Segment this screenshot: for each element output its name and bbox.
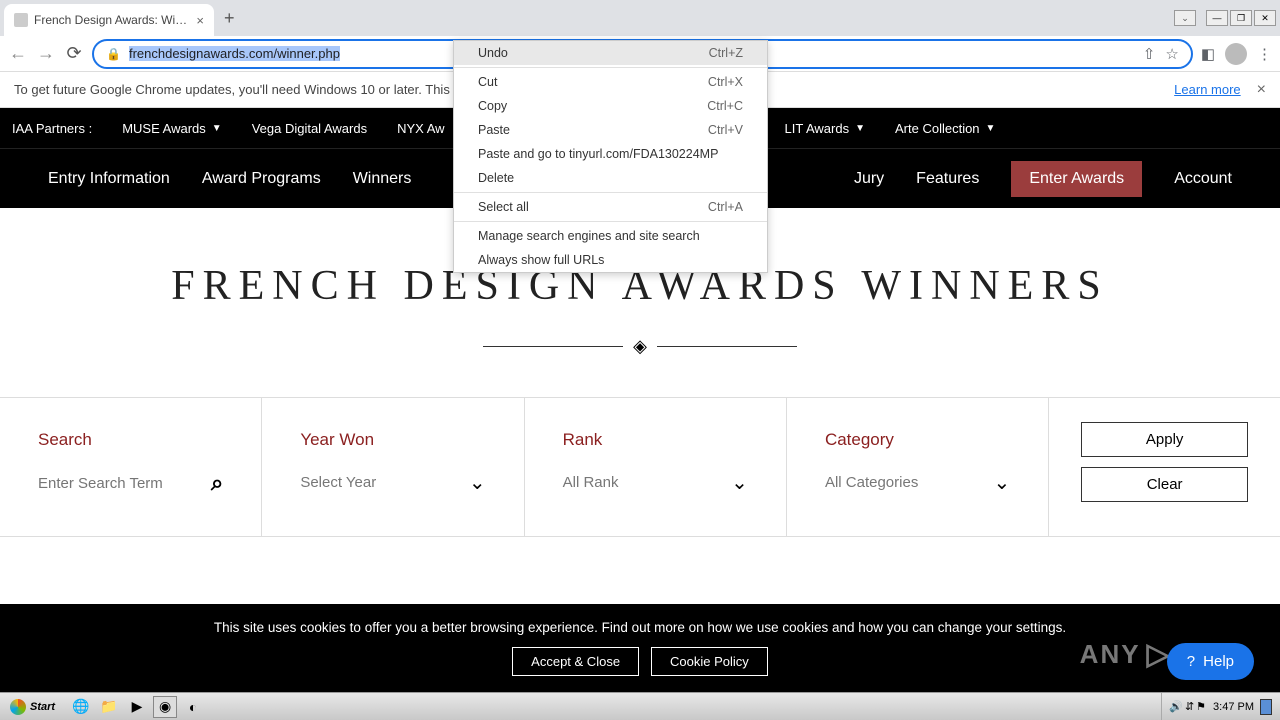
partner-arte[interactable]: Arte Collection▼ [895,121,995,136]
info-text: To get future Google Chrome updates, you… [14,82,467,97]
cm-always-full-url[interactable]: Always show full URLs [454,248,767,272]
filter-year[interactable]: Year Won Select Year ⌄ [262,398,524,536]
sound-icon[interactable]: 🔊 [1169,701,1183,713]
learn-more-link[interactable]: Learn more [1174,82,1240,97]
browser-tab[interactable]: French Design Awards: Winners Gall × [4,4,214,36]
filter-rank[interactable]: Rank All Rank ⌄ [525,398,787,536]
partner-muse[interactable]: MUSE Awards▼ [122,121,221,136]
share-icon[interactable]: ⇧ [1143,45,1156,63]
cm-paste[interactable]: PasteCtrl+V [454,118,767,142]
profile-avatar[interactable] [1225,43,1247,65]
start-button[interactable]: Start [2,697,63,717]
nav-features[interactable]: Features [916,170,979,188]
search-input[interactable] [38,475,178,492]
side-panel-icon[interactable]: ◧ [1201,45,1215,63]
chevron-down-icon: ⌄ [469,470,486,495]
filter-bar: Search ⌕ Year Won Select Year ⌄ Rank All … [0,397,1280,537]
filter-search: Search ⌕ [0,398,262,536]
cm-copy[interactable]: CopyCtrl+C [454,94,767,118]
tab-strip: French Design Awards: Winners Gall × + ⌄… [0,0,1280,36]
cm-manage-search[interactable]: Manage search engines and site search [454,224,767,248]
system-tray: 🔊⇵⚑ 3:47 PM [1161,693,1278,720]
chevron-down-icon: ▼ [986,123,996,134]
reload-button[interactable]: ⟳ [64,43,84,64]
help-icon: ? [1187,653,1195,670]
apply-button[interactable]: Apply [1081,422,1248,457]
category-value: All Categories [825,474,918,491]
nav-programs[interactable]: Award Programs [202,170,321,188]
filter-label: Search [38,430,223,450]
minimize-button[interactable]: — [1206,10,1228,26]
ie-icon[interactable]: 🌐 [69,696,93,718]
cookie-text: This site uses cookies to offer you a be… [0,620,1280,635]
explorer-icon[interactable]: 📁 [97,696,121,718]
window-close-button[interactable]: ✕ [1254,10,1276,26]
edge-icon[interactable]: ◐ [181,696,205,718]
taskbar: Start 🌐 📁 ▶ ◉ ◐ 🔊⇵⚑ 3:47 PM [0,692,1280,720]
clock[interactable]: 3:47 PM [1213,701,1254,713]
filter-label: Category [825,430,1010,450]
cookie-policy-button[interactable]: Cookie Policy [651,647,768,676]
divider-ornament: ◈ [0,336,1280,357]
year-value: Select Year [300,474,376,491]
media-icon[interactable]: ▶ [125,696,149,718]
accept-cookies-button[interactable]: Accept & Close [512,647,639,676]
help-button[interactable]: ? Help [1167,643,1254,680]
lock-icon: 🔒 [106,47,121,61]
info-close-icon[interactable]: × [1257,81,1266,99]
nav-winners[interactable]: Winners [353,170,412,188]
filter-label: Year Won [300,430,485,450]
cm-select-all[interactable]: Select allCtrl+A [454,195,767,219]
chevron-down-icon: ⌄ [731,470,748,495]
back-button[interactable]: ← [8,43,28,64]
network-icon[interactable]: ⇵ [1185,701,1194,713]
flag-icon[interactable]: ⚑ [1196,701,1206,713]
window-controls: ⌄ — ❐ ✕ [1174,10,1276,26]
cm-undo[interactable]: UndoCtrl+Z [454,41,767,65]
search-icon[interactable]: ⌕ [211,470,223,496]
partners-label: IAA Partners : [12,121,92,136]
close-tab-icon[interactable]: × [196,13,204,28]
nav-jury[interactable]: Jury [854,170,884,188]
rank-value: All Rank [563,474,619,491]
partner-nyx[interactable]: NYX Aw [397,121,444,136]
cm-paste-go[interactable]: Paste and go to tinyurl.com/FDA130224MP [454,142,767,166]
cookie-banner: This site uses cookies to offer you a be… [0,604,1280,692]
maximize-button[interactable]: ❐ [1230,10,1252,26]
filter-category[interactable]: Category All Categories ⌄ [787,398,1049,536]
chevron-down-icon: ⌄ [993,470,1010,495]
bookmark-icon[interactable]: ☆ [1165,45,1178,63]
cm-delete[interactable]: Delete [454,166,767,190]
context-menu: UndoCtrl+Z CutCtrl+X CopyCtrl+C PasteCtr… [453,40,768,273]
tab-title: French Design Awards: Winners Gall [34,13,190,27]
nav-entry-info[interactable]: Entry Information [48,170,170,188]
favicon-icon [14,13,28,27]
windows-icon [10,699,26,715]
partner-lit[interactable]: LIT Awards▼ [785,121,865,136]
filter-label: Rank [563,430,748,450]
new-tab-button[interactable]: + [224,8,235,29]
chevron-down-icon: ▼ [855,123,865,134]
clear-button[interactable]: Clear [1081,467,1248,502]
forward-button[interactable]: → [36,43,56,64]
enter-awards-button[interactable]: Enter Awards [1011,161,1142,197]
chevron-down-icon: ▼ [212,123,222,134]
cm-cut[interactable]: CutCtrl+X [454,70,767,94]
chrome-task[interactable]: ◉ [153,696,177,718]
show-desktop[interactable] [1260,699,1272,715]
menu-icon[interactable]: ⋮ [1257,45,1272,63]
nav-account[interactable]: Account [1174,170,1232,188]
partner-vega[interactable]: Vega Digital Awards [252,121,367,136]
tabs-chevron-icon[interactable]: ⌄ [1174,10,1196,26]
